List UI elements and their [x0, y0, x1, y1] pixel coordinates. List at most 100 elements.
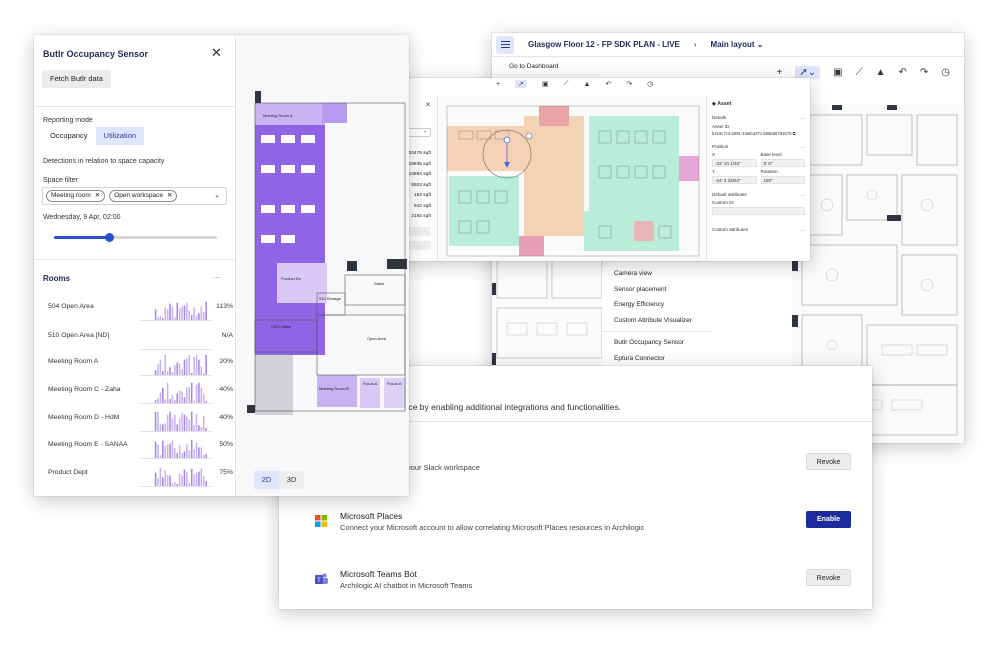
room-row[interactable]: Meeting Room A 20% [43, 349, 233, 376]
sparkline-bar [188, 354, 191, 375]
area-value: 942 sqft [413, 203, 431, 209]
sparkline-bar [166, 382, 169, 403]
room-utilization-value: N/A [221, 332, 233, 339]
sparkline-bar [174, 414, 176, 431]
sparkline-bar [178, 418, 181, 431]
menu-item-camera-view[interactable]: Camera view [602, 266, 712, 282]
shapes-icon[interactable]: ▲ [876, 67, 886, 78]
boma-floor-plan[interactable] [439, 96, 705, 261]
menu-item-eptura-connector[interactable]: Eptura Connector [602, 351, 712, 367]
sparkline-bar [166, 414, 169, 431]
plan-title[interactable]: Glasgow Floor 12 - FP SDK PLAN - LIVE [528, 40, 680, 49]
undo-icon[interactable]: ↶ [898, 67, 906, 78]
panel-title: Butlr Occupancy Sensor [43, 49, 149, 59]
more-icon[interactable]: … [800, 227, 805, 232]
sparkline-bar [181, 391, 183, 403]
chevron-down-icon[interactable]: ⌄ [214, 191, 220, 199]
enable-button[interactable]: Enable [806, 511, 851, 528]
menu-divider [602, 331, 712, 332]
butlr-window: Butlr Occupancy Sensor ✕ Fetch Butlr dat… [34, 35, 409, 496]
plan-label: Focus B [387, 381, 402, 386]
y-input[interactable]: -24' 3 33/64" [712, 176, 757, 184]
room-row[interactable]: Meeting Room C - Zaha 40% [43, 377, 233, 404]
rooms-more-icon[interactable]: ... [213, 271, 220, 280]
shapes-icon[interactable]: ▲ [584, 81, 591, 88]
slack-revoke-button[interactable]: Revoke [806, 453, 851, 470]
sparkline-bar [200, 447, 203, 458]
mode-occupancy-button[interactable]: Occupancy [42, 127, 96, 145]
asset-id-value: b219c7c3-a081-44a9-a37c-b586d6791575 ⧉ [712, 131, 796, 136]
menu-item-custom-attribute-visualizer[interactable]: Custom Attribute Visualizer [602, 313, 712, 329]
goto-dashboard-item[interactable]: Go to Dashboard [492, 57, 600, 75]
room-utilization-value: 50% [219, 441, 233, 448]
asset-id-label: Asset ID [712, 124, 730, 129]
room-row[interactable]: Meeting Room D - HdM 40% [43, 405, 233, 432]
chip-close-icon[interactable]: ✕ [95, 192, 100, 199]
menu-item-energy-efficiency[interactable]: Energy Efficiency [602, 297, 712, 313]
room-row[interactable]: Product Dept 75% [43, 460, 233, 487]
sparkline-bar [154, 472, 157, 486]
draw-line-icon[interactable]: ⟋ [564, 80, 569, 88]
butlr-floor-plan[interactable]: Meeting Room A Product De 510 Storage St… [237, 35, 409, 496]
undo-icon[interactable]: ↶ [605, 80, 611, 88]
sparkline-bar [195, 472, 198, 486]
add-icon[interactable]: + [496, 81, 500, 88]
space-filter-select[interactable]: Meeting room ✕ Open workspace ✕ ⌄ [42, 187, 227, 205]
layout-selector[interactable]: Main layout ⌄ [711, 40, 764, 49]
history-icon[interactable]: ◷ [941, 67, 950, 78]
sparkline-bar [183, 414, 186, 431]
crop-icon[interactable]: ▣ [542, 80, 549, 88]
chip-close-icon[interactable]: ✕ [167, 192, 172, 199]
add-icon[interactable]: + [777, 67, 783, 78]
slider-handle[interactable] [104, 233, 114, 242]
more-icon[interactable]: … [800, 192, 805, 197]
view-2d-button[interactable]: 2D [254, 471, 279, 489]
custom-id-input[interactable] [712, 207, 805, 215]
room-name: Product Dept [48, 469, 88, 476]
x-input[interactable]: -32' 10 1/32" [712, 159, 757, 167]
sparkline-bar [162, 440, 164, 458]
sparkline-bar [154, 441, 157, 458]
filter-chip-meeting-room[interactable]: Meeting room ✕ [46, 190, 106, 202]
sparkline-bar [157, 444, 159, 458]
redo-icon[interactable]: ↷ [626, 80, 632, 88]
crop-icon[interactable]: ▣ [833, 67, 842, 78]
close-icon[interactable]: ✕ [211, 45, 222, 61]
fetch-butlr-data-button[interactable]: Fetch Butlr data [42, 70, 111, 88]
menu-button[interactable] [496, 35, 514, 54]
sparkline-bar [202, 415, 205, 431]
sparkline-bar [202, 373, 205, 375]
butlr-panel: Butlr Occupancy Sensor ✕ Fetch Butlr dat… [34, 35, 236, 496]
rotation-input[interactable]: 180° [760, 176, 805, 184]
menu-item-butlr-occupancy-sensor[interactable]: Butlr Occupancy Sensor [602, 335, 712, 351]
sparkline-bar [162, 424, 164, 431]
mode-utilization-button[interactable]: Utilization [95, 127, 145, 145]
room-utilization-value: 20% [219, 358, 233, 365]
history-icon[interactable]: ◷ [647, 80, 653, 88]
sparkline-bar [205, 428, 207, 431]
area-value: 5503 sqft [411, 182, 431, 188]
boma-toolbar: + ➚ ▣ ⟋ ▲ ↶ ↷ ◷ [496, 80, 653, 88]
draw-line-icon[interactable]: ⟋ [856, 67, 863, 78]
room-row[interactable]: 510 Open Area [ND] N/A [43, 323, 233, 350]
filter-chip-open-workspace[interactable]: Open workspace ✕ [109, 190, 178, 202]
redo-icon[interactable]: ↷ [920, 67, 928, 78]
glasgow-header: Glasgow Floor 12 - FP SDK PLAN - LIVE › … [492, 33, 964, 57]
more-icon[interactable]: … [800, 144, 805, 149]
select-tool-icon[interactable]: ➚ [515, 80, 527, 88]
room-row[interactable]: Meeting Room E - SANAA 50% [43, 432, 233, 459]
sparkline-bar [171, 440, 174, 458]
copy-icon[interactable]: ⧉ [793, 131, 796, 136]
integration-description: Connect your Microsoft account to allow … [340, 523, 645, 532]
sparkline-bar [159, 455, 162, 458]
more-icon[interactable]: … [800, 115, 805, 120]
room-row[interactable]: 504 Open Area 113% [43, 294, 233, 321]
revoke-button[interactable]: Revoke [806, 569, 851, 586]
sparkline-bar [205, 301, 207, 320]
time-slider[interactable] [54, 233, 217, 242]
sparkline-bar [190, 315, 193, 320]
close-icon[interactable]: ✕ [425, 101, 431, 109]
menu-item-sensor-placement[interactable]: Sensor placement [602, 282, 712, 298]
base-level-input[interactable]: 0' 0" [760, 159, 805, 167]
view-3d-button[interactable]: 3D [279, 471, 304, 489]
